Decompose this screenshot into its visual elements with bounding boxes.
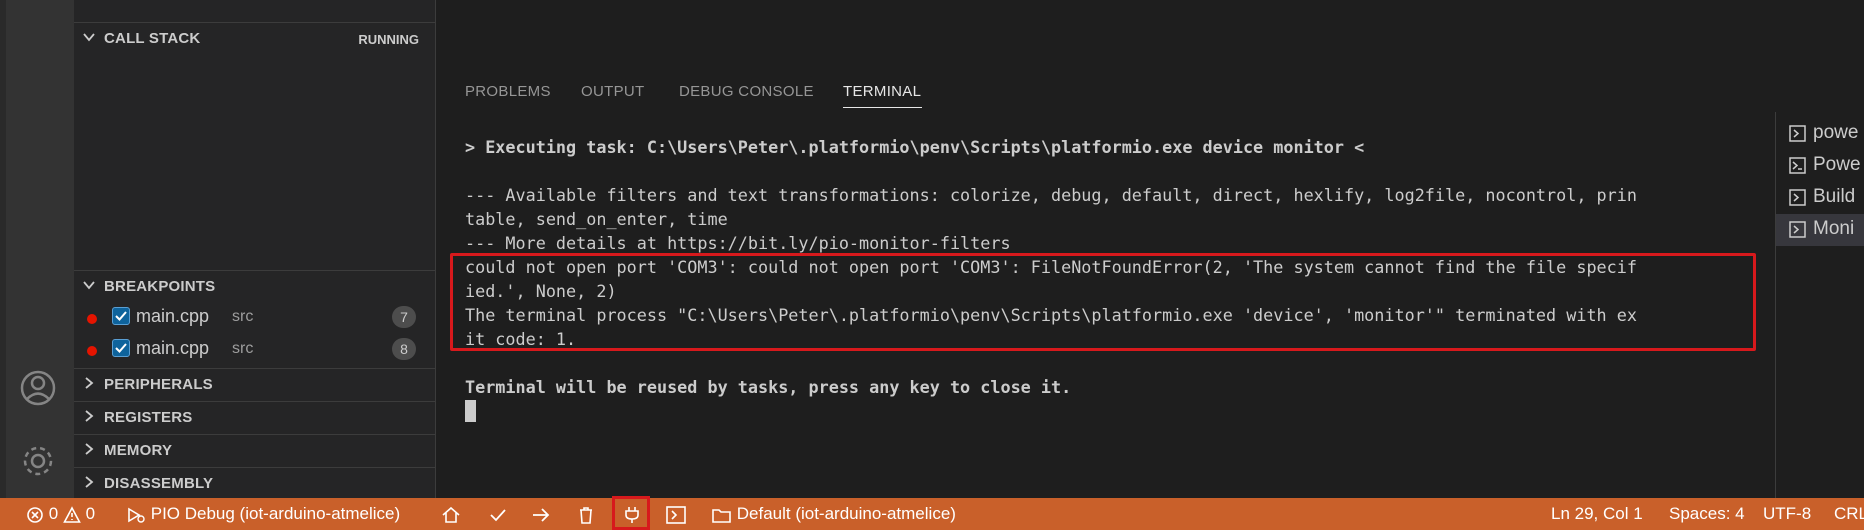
tab-debug-console[interactable]: DEBUG CONSOLE	[679, 83, 814, 100]
indentation-status[interactable]: Spaces: 4	[1669, 504, 1745, 524]
encoding-status[interactable]: UTF-8	[1763, 504, 1811, 524]
breakpoint-line-badge: 8	[392, 338, 416, 360]
terminal-list-item[interactable]: Build	[1776, 182, 1864, 214]
debug-config-label: PIO Debug (iot-arduino-atmelice)	[150, 504, 401, 523]
breakpoint-dir: src	[232, 340, 254, 357]
debug-run-icon	[128, 507, 145, 523]
memory-title: MEMORY	[104, 442, 173, 459]
chevron-right-icon	[85, 443, 94, 455]
terminal-list-label: Powe	[1813, 154, 1861, 175]
terminal-icon	[1789, 125, 1806, 142]
breakpoint-dot-icon	[87, 314, 97, 324]
terminal-list-label: Moni	[1813, 218, 1855, 239]
breakpoint-dir: src	[232, 308, 254, 325]
cursor-position[interactable]: Ln 29, Col 1	[1551, 504, 1643, 524]
clean-trash-icon[interactable]	[576, 504, 596, 524]
peripherals-header[interactable]: PERIPHERALS	[74, 368, 435, 398]
terminal-list-label: powe	[1813, 122, 1859, 143]
chevron-right-icon	[85, 476, 94, 488]
memory-header[interactable]: MEMORY	[74, 434, 435, 464]
terminal-icon	[1789, 221, 1806, 238]
warning-icon	[63, 505, 81, 523]
call-stack-header[interactable]: CALL STACK RUNNING	[74, 23, 435, 53]
terminal-list: powe Powe Build Moni	[1775, 112, 1864, 498]
terminal-line: --- Available filters and text transform…	[465, 185, 1637, 205]
plug-highlight-box	[612, 496, 650, 530]
terminal-list-item[interactable]: Powe	[1776, 150, 1864, 182]
problems-status[interactable]: 0 0	[26, 504, 95, 524]
chevron-down-icon	[83, 33, 95, 42]
active-tab-indicator	[843, 107, 922, 108]
terminal-list-label: Build	[1813, 186, 1856, 207]
activity-bar-edge	[0, 0, 6, 498]
disassembly-title: DISASSEMBLY	[104, 475, 214, 492]
breakpoint-item[interactable]: main.cpp src 8	[74, 334, 435, 366]
breakpoint-dot-icon	[87, 346, 97, 356]
breakpoints-title: BREAKPOINTS	[104, 278, 216, 295]
debug-config-status[interactable]: PIO Debug (iot-arduino-atmelice)	[126, 504, 400, 524]
tab-problems[interactable]: PROBLEMS	[465, 83, 551, 100]
peripherals-title: PERIPHERALS	[104, 376, 213, 393]
registers-title: REGISTERS	[104, 409, 193, 426]
tab-terminal[interactable]: TERMINAL	[843, 83, 921, 100]
terminal-list-item-selected[interactable]: Moni	[1776, 214, 1864, 246]
activity-bar	[0, 0, 74, 498]
terminal-cursor	[465, 400, 476, 422]
build-check-icon[interactable]	[488, 504, 508, 524]
env-label: Default (iot-arduino-atmelice)	[736, 504, 956, 523]
breakpoint-item[interactable]: main.cpp src 7	[74, 302, 435, 334]
debug-sidebar: CALL STACK RUNNING BREAKPOINTS main.cpp …	[74, 0, 435, 498]
upload-arrow-icon[interactable]	[531, 504, 551, 524]
error-icon	[27, 506, 43, 523]
terminal-status-icon[interactable]	[666, 504, 686, 524]
status-bar: 0 0 PIO Debug (iot-arduino-atmelice) Def…	[0, 498, 1864, 530]
terminal-line: Terminal will be reused by tasks, press …	[465, 377, 1072, 397]
gear-icon[interactable]	[18, 441, 58, 481]
sidebar-top-strip	[74, 0, 435, 23]
breakpoint-file: main.cpp	[136, 338, 210, 358]
folder-env-icon	[712, 508, 731, 523]
breakpoints-header[interactable]: BREAKPOINTS	[74, 270, 435, 300]
warning-count: 0	[85, 504, 96, 523]
tab-output[interactable]: OUTPUT	[581, 83, 644, 100]
error-highlight-box	[450, 253, 1756, 351]
disassembly-header[interactable]: DISASSEMBLY	[74, 467, 435, 497]
chevron-right-icon	[85, 377, 94, 389]
breakpoint-checkbox[interactable]	[112, 339, 130, 357]
breakpoint-line-badge: 7	[392, 306, 416, 328]
terminal-line: --- More details at https://bit.ly/pio-m…	[465, 233, 1011, 253]
registers-header[interactable]: REGISTERS	[74, 401, 435, 431]
chevron-down-icon	[83, 281, 95, 290]
terminal-line: > Executing task: C:\Users\Peter\.platfo…	[465, 137, 1365, 157]
home-icon[interactable]	[441, 504, 461, 524]
terminal-list-item[interactable]: powe	[1776, 118, 1864, 150]
terminal-icon	[1789, 189, 1806, 206]
env-status[interactable]: Default (iot-arduino-atmelice)	[712, 504, 956, 524]
call-stack-title: CALL STACK	[104, 30, 201, 47]
account-icon[interactable]	[18, 368, 58, 408]
powershell-icon	[1789, 157, 1806, 174]
breakpoint-checkbox[interactable]	[112, 307, 130, 325]
terminal-line: table, send_on_enter, time	[465, 209, 728, 229]
eol-status[interactable]: CRL	[1834, 504, 1864, 524]
chevron-right-icon	[85, 410, 94, 422]
call-stack-state: RUNNING	[358, 32, 419, 47]
error-count: 0	[48, 504, 59, 523]
breakpoint-file: main.cpp	[136, 306, 210, 326]
